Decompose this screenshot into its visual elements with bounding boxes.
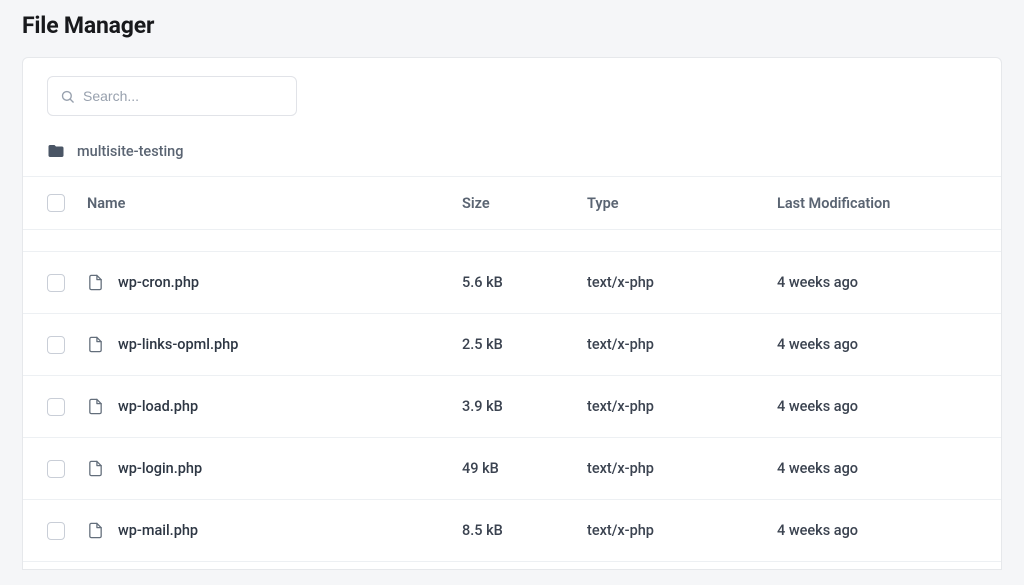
row-checkbox[interactable]	[47, 398, 65, 416]
file-table: Name Size Type Last Modification wp-conf…	[23, 176, 1001, 569]
table-row[interactable]: wp-cron.php 5.6 kBtext/x-php4 weeks ago	[23, 252, 1001, 314]
file-size: 49 kB	[462, 460, 587, 477]
file-name: wp-cron.php	[118, 274, 199, 291]
file-name: wp-links-opml.php	[118, 336, 238, 353]
page-title: File Manager	[22, 0, 1002, 57]
file-size: 5.6 kB	[462, 274, 587, 291]
table-row[interactable]: wp-login.php 49 kBtext/x-php4 weeks ago	[23, 438, 1001, 500]
file-icon	[87, 274, 104, 291]
file-mod: 4 weeks ago	[777, 460, 977, 477]
table-row[interactable]: wp-config.php3.3 kBtext/x-php3 weeks ago	[23, 230, 1001, 252]
file-type: text/x-php	[587, 398, 777, 415]
search-icon	[60, 89, 75, 104]
file-manager-panel: multisite-testing Name Size Type Last Mo…	[22, 57, 1002, 570]
col-type-header[interactable]: Type	[587, 195, 777, 212]
row-checkbox[interactable]	[47, 274, 65, 292]
file-type: text/x-php	[587, 274, 777, 291]
file-icon	[87, 336, 104, 353]
file-name: wp-load.php	[118, 398, 198, 415]
file-size: 8.5 kB	[462, 522, 587, 539]
file-mod: 4 weeks ago	[777, 522, 977, 539]
table-header: Name Size Type Last Modification	[23, 176, 1001, 230]
file-icon	[87, 398, 104, 415]
file-mod: 4 weeks ago	[777, 336, 977, 353]
row-checkbox[interactable]	[47, 522, 65, 540]
folder-icon	[47, 142, 65, 160]
col-size-header[interactable]: Size	[462, 195, 587, 212]
search-field[interactable]	[47, 76, 297, 116]
file-size: 2.5 kB	[462, 336, 587, 353]
breadcrumb[interactable]: multisite-testing	[23, 130, 1001, 176]
file-type: text/x-php	[587, 336, 777, 353]
row-checkbox[interactable]	[47, 336, 65, 354]
file-icon	[87, 460, 104, 477]
select-all-checkbox[interactable]	[47, 194, 65, 212]
table-row[interactable]: wp-links-opml.php 2.5 kBtext/x-php4 weeks…	[23, 314, 1001, 376]
col-mod-header[interactable]: Last Modification	[777, 195, 977, 212]
breadcrumb-label: multisite-testing	[77, 143, 183, 160]
table-row[interactable]: wp-mail.php 8.5 kBtext/x-php4 weeks ago	[23, 500, 1001, 562]
row-checkbox[interactable]	[47, 460, 65, 478]
file-size: 3.9 kB	[462, 398, 587, 415]
file-type: text/x-php	[587, 460, 777, 477]
table-row[interactable]: wp-load.php 3.9 kBtext/x-php4 weeks ago	[23, 376, 1001, 438]
table-body-viewport[interactable]: wp-config.php3.3 kBtext/x-php3 weeks ago…	[23, 230, 1001, 569]
file-name: wp-mail.php	[118, 522, 198, 539]
file-mod: 4 weeks ago	[777, 398, 977, 415]
col-name-header[interactable]: Name	[87, 195, 462, 212]
search-input[interactable]	[83, 88, 284, 104]
file-icon	[87, 522, 104, 539]
file-mod: 4 weeks ago	[777, 274, 977, 291]
file-type: text/x-php	[587, 522, 777, 539]
file-name: wp-login.php	[118, 460, 202, 477]
